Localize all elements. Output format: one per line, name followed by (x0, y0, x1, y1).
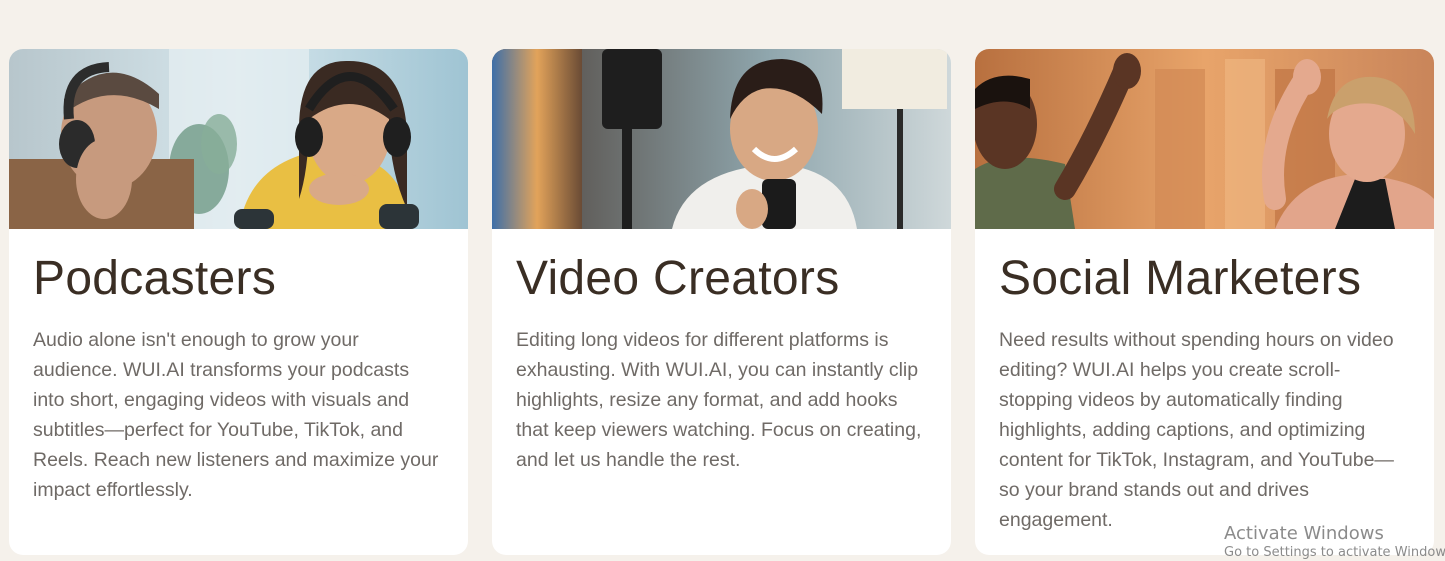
card-title: Video Creators (516, 252, 840, 305)
audience-cards: Podcasters Audio alone isn't enough to g… (9, 49, 1434, 555)
social-marketers-photo (975, 49, 1434, 229)
video-creators-photo (492, 49, 951, 229)
card-video-creators: Video Creators Editing long videos for d… (492, 49, 951, 555)
card-description: Audio alone isn't enough to grow your au… (33, 329, 439, 501)
podcasters-photo (9, 49, 468, 229)
card-title: Social Marketers (999, 252, 1362, 305)
card-title: Podcasters (33, 252, 277, 305)
social-marketers-illustration (975, 49, 1434, 229)
video-creators-illustration (492, 49, 951, 229)
podcasters-illustration (9, 49, 468, 229)
card-description: Editing long videos for different platfo… (516, 329, 922, 471)
card-podcasters: Podcasters Audio alone isn't enough to g… (9, 49, 468, 555)
card-social-marketers: Social Marketers Need results without sp… (975, 49, 1434, 555)
card-description: Need results without spending hours on v… (999, 329, 1394, 531)
